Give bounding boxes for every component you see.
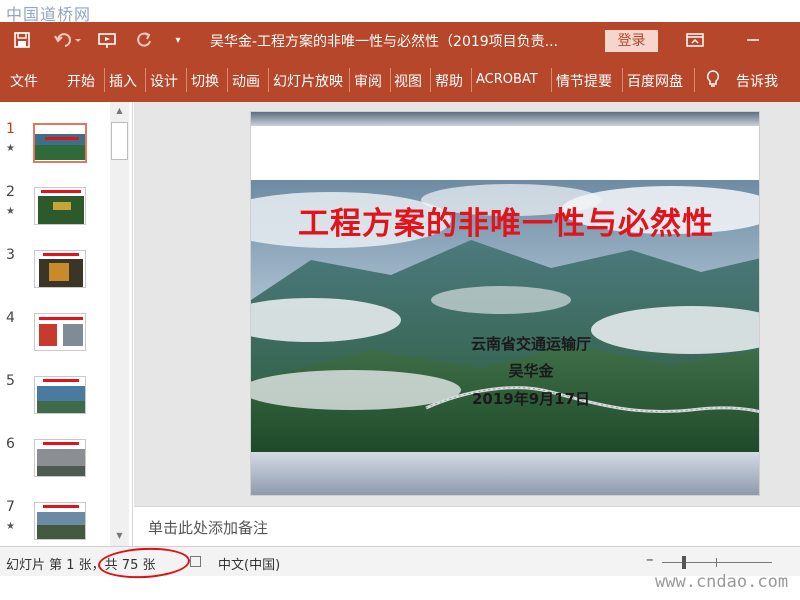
tab-help[interactable]: 帮助 — [435, 71, 463, 91]
tab-separator — [227, 68, 228, 92]
slide-thumbnail-pane: 1 ★ 2 ★ 3 4 5 6 7 ★ ▲ ▼ — [0, 102, 133, 546]
customize-toolbar-icon[interactable]: ▾ — [168, 22, 188, 58]
slide-number: 2 — [6, 184, 15, 200]
tab-separator — [430, 68, 431, 92]
scroll-down-icon[interactable]: ▼ — [110, 527, 129, 544]
undo-icon[interactable] — [48, 22, 88, 58]
language-indicator[interactable]: 中文(中国) — [218, 554, 280, 573]
tab-home[interactable]: 开始 — [67, 71, 95, 91]
slide-number: 5 — [6, 373, 15, 389]
scroll-up-icon[interactable]: ▲ — [110, 102, 129, 119]
tab-baidu-netdisk[interactable]: 百度网盘 — [627, 71, 683, 91]
slide-thumbnail-3[interactable] — [34, 250, 86, 288]
tab-design[interactable]: 设计 — [150, 71, 178, 91]
tab-separator — [471, 68, 472, 92]
tab-separator — [694, 68, 695, 92]
title-bar: ▾ 吴华金-工程方案的非唯一性与必然性（2019项目负责... 登录 — [0, 22, 800, 58]
slide-number: 1 — [6, 121, 15, 137]
animation-star-icon: ★ — [6, 143, 15, 154]
annotation-circle — [97, 545, 191, 581]
slide-bottom-band — [251, 452, 759, 495]
tab-separator — [551, 68, 552, 92]
tab-insert[interactable]: 插入 — [109, 71, 137, 91]
slide-thumbnail-5[interactable] — [34, 376, 86, 414]
redo-icon[interactable] — [131, 22, 157, 58]
present-from-start-icon[interactable] — [94, 22, 120, 58]
tab-storyboard[interactable]: 情节提要 — [556, 71, 612, 91]
login-button[interactable]: 登录 — [605, 30, 658, 52]
tab-separator — [622, 68, 623, 92]
slide-organization: 云南省交通运输厅 — [470, 335, 591, 353]
zoom-slider-thumb[interactable] — [682, 556, 686, 569]
slide-number: 4 — [6, 310, 15, 326]
slide-thumbnail-4[interactable] — [34, 313, 86, 351]
tab-separator — [145, 68, 146, 92]
scrollbar-thumb[interactable] — [111, 122, 128, 160]
slide-top-band — [251, 112, 759, 126]
tab-view[interactable]: 视图 — [394, 71, 422, 91]
slide-title: 工程方案的非唯一性与必然性 — [298, 206, 714, 242]
watermark-bottom: www.cndao.com — [655, 572, 789, 592]
current-slide[interactable]: 工程方案的非唯一性与必然性 云南省交通运输厅 吴华金 2019年9月17日 — [250, 111, 760, 496]
notes-placeholder[interactable]: 单击此处添加备注 — [148, 517, 268, 538]
save-icon[interactable] — [8, 22, 36, 58]
tell-me-search[interactable]: 告诉我 — [736, 71, 778, 91]
notes-pane[interactable]: 单击此处添加备注 — [134, 506, 800, 546]
document-title: 吴华金-工程方案的非唯一性与必然性（2019项目负责... — [210, 34, 559, 50]
slide-position: 幻灯片 第 1 张， — [6, 558, 105, 573]
thumbnail-scrollbar[interactable]: ▲ ▼ — [110, 102, 129, 546]
slide-date: 2019年9月17日 — [471, 390, 591, 408]
animation-star-icon: ★ — [6, 206, 15, 217]
slide-editor: 工程方案的非唯一性与必然性 云南省交通运输厅 吴华金 2019年9月17日 — [134, 102, 800, 506]
slide-thumbnail-6[interactable] — [34, 439, 86, 477]
slide-number: 7 — [6, 499, 15, 515]
tab-animations[interactable]: 动画 — [232, 71, 260, 91]
tab-separator — [268, 68, 269, 92]
slide-thumbnail-7[interactable] — [34, 502, 86, 540]
spellcheck-icon[interactable] — [190, 556, 201, 567]
slide-number: 3 — [6, 247, 15, 263]
tab-separator — [186, 68, 187, 92]
slide-thumbnail-2[interactable] — [34, 187, 86, 225]
tab-slideshow[interactable]: 幻灯片放映 — [273, 71, 343, 91]
tab-transitions[interactable]: 切换 — [191, 71, 219, 91]
zoom-out-button[interactable]: – — [646, 550, 654, 568]
ribbon-tabs: 文件 开始 插入 设计 切换 动画 幻灯片放映 审阅 视图 帮助 ACROBAT… — [0, 58, 800, 102]
slide-thumbnail-1[interactable] — [33, 123, 87, 163]
lightbulb-icon[interactable] — [705, 69, 721, 93]
zoom-slider-tick — [716, 558, 717, 567]
slide-author: 吴华金 — [508, 362, 554, 380]
tab-separator — [390, 68, 391, 92]
ribbon-display-options-icon[interactable] — [680, 22, 710, 58]
tab-review[interactable]: 审阅 — [354, 71, 382, 91]
zoom-slider[interactable] — [662, 562, 772, 563]
tab-separator — [349, 68, 350, 92]
tab-separator — [104, 68, 105, 92]
minimize-icon[interactable] — [738, 22, 768, 58]
slide-number: 6 — [6, 436, 15, 452]
tab-acrobat[interactable]: ACROBAT — [476, 72, 538, 87]
animation-star-icon: ★ — [6, 521, 15, 532]
tab-file[interactable]: 文件 — [10, 71, 38, 91]
